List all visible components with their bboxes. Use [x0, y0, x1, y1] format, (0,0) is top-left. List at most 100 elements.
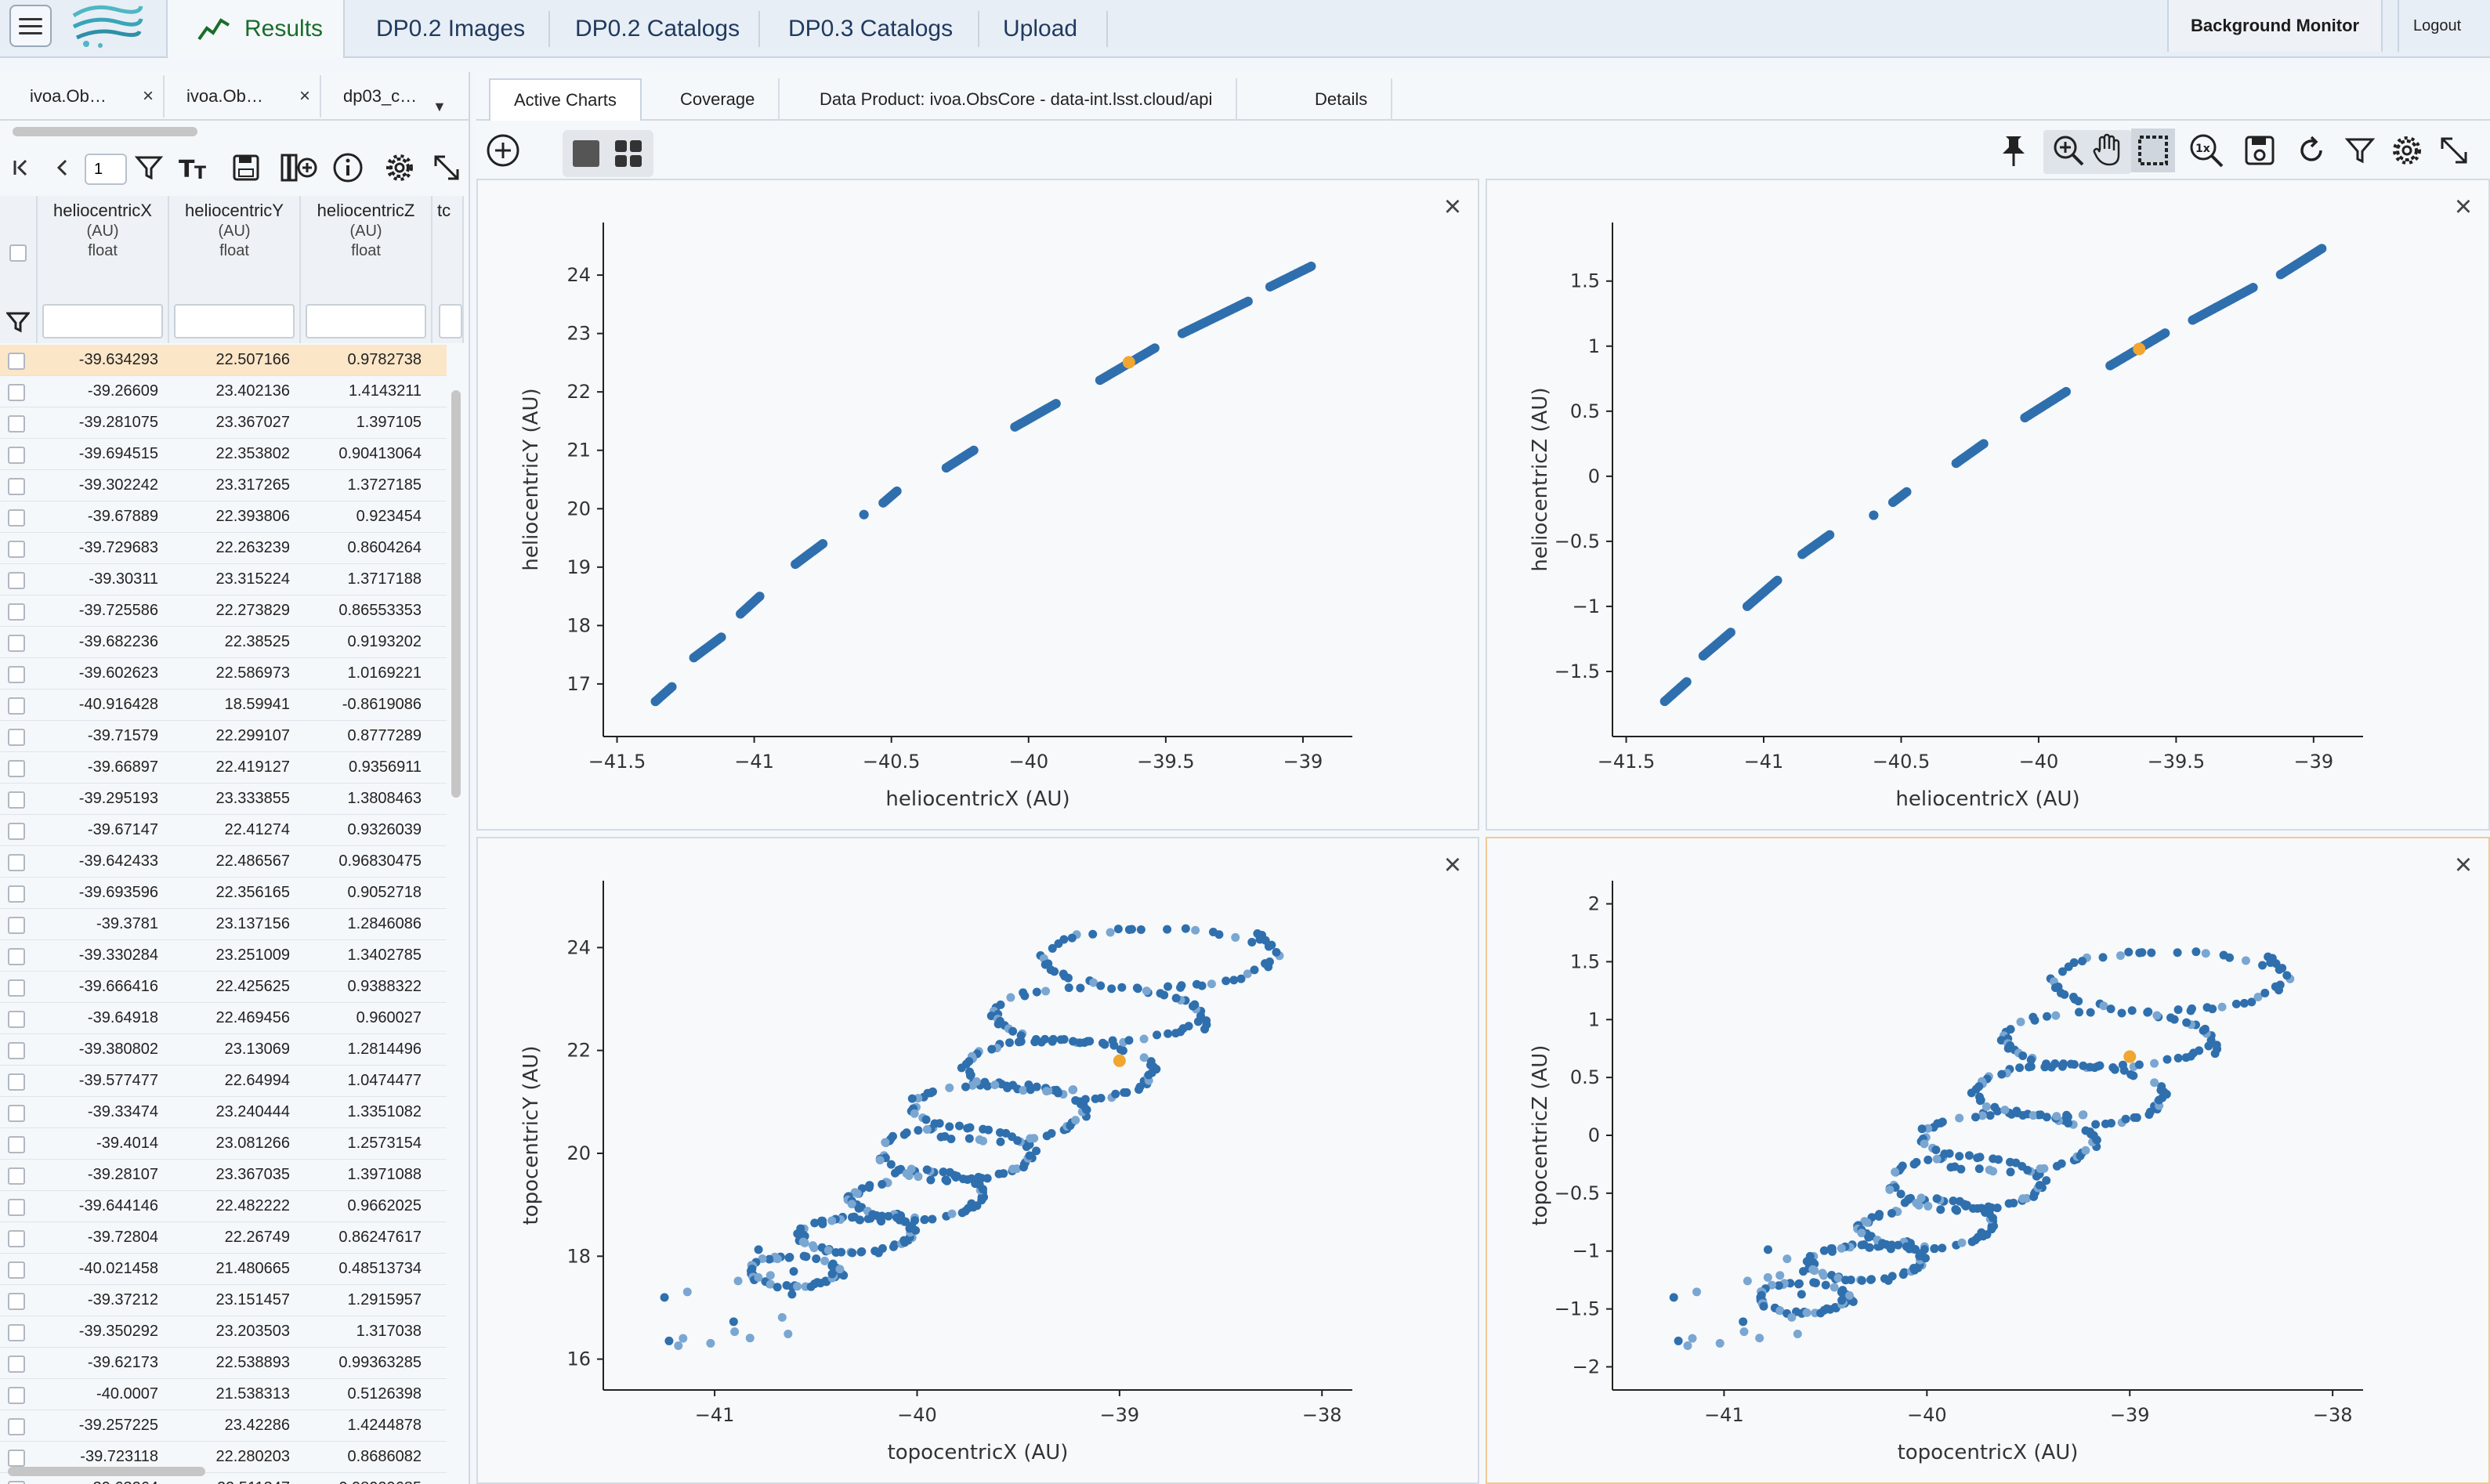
row-checkbox[interactable] — [8, 509, 25, 527]
tabs-scrollbar[interactable] — [13, 127, 197, 136]
row-checkbox[interactable] — [8, 885, 25, 903]
table-row[interactable]: -40.021458 21.480665 0.48513734 — [0, 1254, 447, 1285]
row-checkbox[interactable] — [8, 666, 25, 683]
table-row[interactable]: -39.33474 23.240444 1.3351082 — [0, 1097, 447, 1128]
table-row[interactable]: -39.30311 23.315224 1.3717188 — [0, 564, 447, 595]
table-row[interactable]: -40.0007 21.538313 0.5126398 — [0, 1379, 447, 1410]
row-checkbox[interactable] — [8, 1199, 25, 1216]
table-row[interactable]: -39.64918 22.469456 0.960027 — [0, 1003, 447, 1034]
chart-card-helio-xy[interactable]: × −41.5 −41 −40.5 −40 −39.5 −39 17 18 19 20 21 22 23… — [476, 179, 1479, 831]
table-row[interactable]: -39.302242 23.317265 1.3727185 — [0, 470, 447, 501]
table-row[interactable]: -39.350292 23.203503 1.317038 — [0, 1316, 447, 1348]
filter-icon[interactable] — [6, 310, 30, 334]
row-checkbox[interactable] — [8, 541, 25, 558]
table-row[interactable]: -39.67147 22.41274 0.9326039 — [0, 815, 447, 846]
tab-active-charts[interactable]: Active Charts — [489, 78, 642, 121]
expand-icon[interactable] — [428, 149, 465, 186]
table-row[interactable]: -39.644146 22.482222 0.9662025 — [0, 1191, 447, 1222]
table-tab-2[interactable]: ivoa.Ob… × — [168, 75, 321, 118]
scatter-plot[interactable]: −41.5 −41 −40.5 −40 −39.5 −39 17 18 19 20 21 22 23 24… — [478, 180, 1478, 829]
row-checkbox[interactable] — [8, 1042, 25, 1059]
chart-card-topo-xy[interactable]: × −41 −40 −39 −38 16 18 20 22 24 topocentricX (AU… — [476, 837, 1479, 1484]
row-checkbox[interactable] — [8, 478, 25, 495]
scatter-plot[interactable]: −41.5 −41 −40.5 −40 −39.5 −39 −1.5 −1 −0.5 0 0.5 1 1… — [1487, 180, 2488, 829]
background-monitor-button[interactable]: Background Monitor — [2167, 0, 2383, 52]
table-row[interactable]: -39.66897 22.419127 0.9356911 — [0, 752, 447, 784]
table-row[interactable]: -39.26609 23.402136 1.4143211 — [0, 376, 447, 407]
table-tab-1[interactable]: ivoa.Ob… × — [11, 75, 165, 118]
table-row[interactable]: -39.281075 23.367027 1.397105 — [0, 407, 447, 439]
row-checkbox[interactable] — [8, 353, 25, 370]
table-row[interactable]: -39.71579 22.299107 0.8777289 — [0, 721, 447, 752]
table-row[interactable]: -39.67889 22.393806 0.923454 — [0, 501, 447, 533]
row-checkbox[interactable] — [8, 760, 25, 777]
table-row[interactable]: -39.4014 23.081266 1.2573154 — [0, 1128, 447, 1160]
highlighted-point[interactable] — [1122, 356, 1135, 369]
row-checkbox[interactable] — [8, 1167, 25, 1185]
row-checkbox[interactable] — [8, 572, 25, 589]
row-checkbox[interactable] — [8, 1324, 25, 1341]
table-row[interactable]: -39.37212 23.151457 1.2915957 — [0, 1285, 447, 1316]
chevron-down-icon[interactable]: ▼ — [432, 99, 447, 115]
row-checkbox[interactable] — [8, 1293, 25, 1310]
scatter-plot[interactable]: −41 −40 −39 −38 −2 −1.5 −1 −0.5 0 0.5 1 1.5 2 topocen… — [1487, 838, 2488, 1482]
table-row[interactable]: -39.577477 22.64994 1.0474477 — [0, 1066, 447, 1097]
tab-dp03-catalogs[interactable]: DP0.3 Catalogs — [780, 0, 961, 58]
select-region-icon[interactable] — [2131, 128, 2175, 172]
tab-upload[interactable]: Upload — [995, 0, 1085, 58]
row-checkbox[interactable] — [8, 1418, 25, 1435]
row-checkbox[interactable] — [8, 384, 25, 401]
table-row[interactable]: -39.3781 23.137156 1.2846086 — [0, 909, 447, 940]
gear-icon[interactable] — [2385, 128, 2429, 172]
row-checkbox[interactable] — [8, 635, 25, 652]
tab-data-product[interactable]: Data Product: ivoa.ObsCore - data-int.ls… — [796, 78, 1238, 121]
close-icon[interactable]: × — [299, 85, 310, 107]
pan-hand-icon[interactable] — [2086, 128, 2130, 172]
table-row[interactable]: -39.666416 22.425625 0.9388322 — [0, 972, 447, 1003]
text-view-icon[interactable]: TT — [177, 149, 215, 186]
column-filter-input[interactable] — [174, 304, 295, 338]
tab-dp02-images[interactable]: DP0.2 Images — [368, 0, 533, 58]
row-checkbox[interactable] — [8, 1136, 25, 1153]
column-header-heliocentricy[interactable]: heliocentricY (AU) float — [169, 196, 301, 343]
chart-card-topo-xz[interactable]: × −41 −40 −39 −38 −2 −1.5 −1 −0.5 0 0.5 1 1.5 2 topoc… — [1486, 837, 2490, 1484]
column-header-heliocentricz[interactable]: heliocentricZ (AU) float — [301, 196, 432, 343]
vertical-scrollbar[interactable] — [451, 390, 461, 798]
save-icon[interactable] — [227, 149, 265, 186]
filter-icon[interactable] — [2338, 128, 2382, 172]
select-all-checkbox[interactable] — [9, 244, 27, 262]
highlighted-point[interactable] — [2123, 1050, 2137, 1063]
filter-icon[interactable] — [130, 149, 168, 186]
table-row[interactable]: -39.380802 23.13069 1.2814496 — [0, 1034, 447, 1066]
column-header-heliocentricx[interactable]: heliocentricX (AU) float — [38, 196, 169, 343]
row-checkbox[interactable] — [8, 415, 25, 433]
table-row[interactable]: -39.28107 23.367035 1.3971088 — [0, 1160, 447, 1191]
highlighted-point[interactable] — [2133, 342, 2146, 356]
table-row[interactable]: -39.72804 22.26749 0.86247617 — [0, 1222, 447, 1254]
table-row[interactable]: -40.916428 18.59941 -0.8619086 — [0, 690, 447, 721]
add-column-icon[interactable] — [280, 149, 318, 186]
row-checkbox[interactable] — [8, 447, 25, 464]
row-checkbox[interactable] — [8, 1011, 25, 1028]
row-checkbox[interactable] — [8, 1387, 25, 1404]
row-checkbox[interactable] — [8, 1073, 25, 1091]
row-checkbox[interactable] — [8, 1481, 25, 1484]
row-checkbox[interactable] — [8, 603, 25, 621]
row-checkbox[interactable] — [8, 1450, 25, 1467]
chart-card-helio-xz[interactable]: × −41.5 −41 −40.5 −40 −39.5 −39 −1.5 −1 −0.5 0 0.5… — [1486, 179, 2490, 831]
logout-button[interactable]: Logout — [2398, 0, 2475, 52]
table-row[interactable]: -39.257225 23.42286 1.4244878 — [0, 1410, 447, 1442]
gear-icon[interactable] — [381, 149, 418, 186]
zoom-reset-icon[interactable]: 1x — [2184, 128, 2228, 172]
row-checkbox[interactable] — [8, 729, 25, 746]
tab-results[interactable]: Results — [166, 0, 345, 58]
table-row[interactable]: -39.642433 22.486567 0.96830475 — [0, 846, 447, 878]
table-row[interactable]: -39.634293 22.507166 0.9782738 — [0, 345, 447, 376]
table-row[interactable]: -39.62173 22.538893 0.99363285 — [0, 1348, 447, 1379]
pin-icon[interactable] — [1992, 128, 2036, 172]
row-checkbox[interactable] — [8, 1356, 25, 1373]
page-number-input[interactable] — [85, 154, 127, 185]
tab-dp02-catalogs[interactable]: DP0.2 Catalogs — [567, 0, 747, 58]
horizontal-scrollbar[interactable] — [8, 1467, 205, 1476]
row-checkbox[interactable] — [8, 1261, 25, 1279]
